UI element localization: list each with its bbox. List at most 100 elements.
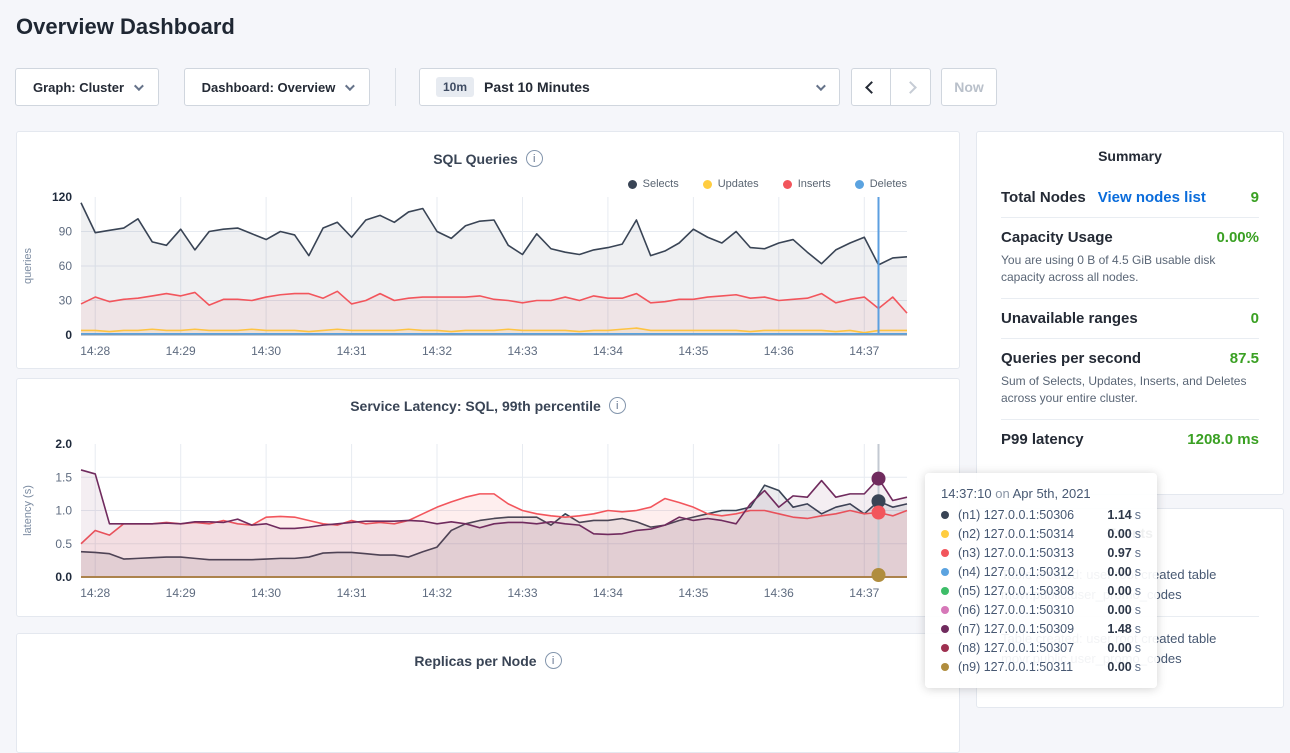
- chart-hover-tooltip: 14:37:10 on Apr 5th, 2021 (n1) 127.0.0.1…: [925, 473, 1157, 688]
- total-nodes-label: Total Nodes: [1001, 189, 1086, 206]
- tooltip-timestamp: 14:37:10 on Apr 5th, 2021: [941, 486, 1141, 501]
- sql-queries-panel: SQL Queries i SelectsUpdatesInsertsDelet…: [16, 131, 960, 369]
- latency-unit: s: [1135, 527, 1141, 541]
- tooltip-preposition: on: [995, 486, 1009, 501]
- time-prev-button[interactable]: [851, 68, 891, 106]
- hover-dot: [872, 568, 886, 582]
- time-range-label: Past 10 Minutes: [484, 79, 590, 95]
- sql-queries-chart[interactable]: 030609012014:2814:2914:3014:3114:3214:33…: [17, 187, 947, 365]
- series-color-dot: [941, 587, 949, 595]
- chevron-down-icon: [134, 81, 144, 91]
- p99-latency-value: 1208.0 ms: [1187, 431, 1259, 448]
- time-range-selector[interactable]: 10m Past 10 Minutes: [419, 68, 840, 106]
- service-latency-chart[interactable]: 0.00.51.01.52.014:2814:2914:3014:3114:32…: [17, 434, 947, 607]
- dashboard-dropdown-label: Dashboard: Overview: [202, 80, 336, 95]
- latency-unit: s: [1135, 508, 1141, 522]
- queries-per-second-label: Queries per second: [1001, 350, 1141, 367]
- series-color-dot: [941, 663, 949, 671]
- svg-text:latency (s): latency (s): [22, 485, 34, 536]
- latency-unit: s: [1135, 603, 1141, 617]
- unavailable-ranges-label: Unavailable ranges: [1001, 310, 1138, 327]
- svg-text:14:35: 14:35: [678, 344, 708, 358]
- svg-text:2.0: 2.0: [55, 437, 72, 451]
- svg-text:14:32: 14:32: [422, 586, 452, 600]
- info-icon[interactable]: i: [545, 652, 562, 669]
- view-nodes-list-link[interactable]: View nodes list: [1098, 189, 1206, 206]
- svg-text:14:33: 14:33: [507, 586, 537, 600]
- latency-unit: s: [1135, 641, 1141, 655]
- info-icon[interactable]: i: [526, 150, 543, 167]
- svg-text:120: 120: [52, 190, 72, 204]
- latency-value: 0.97: [1107, 546, 1131, 560]
- dashboard-dropdown[interactable]: Dashboard: Overview: [184, 68, 370, 106]
- capacity-usage-label: Capacity Usage: [1001, 229, 1113, 246]
- tooltip-row: (n6) 127.0.0.1:503100.00s: [941, 603, 1141, 617]
- info-icon[interactable]: i: [609, 397, 626, 414]
- chevron-down-icon: [816, 81, 826, 91]
- tooltip-time: 14:37:10: [941, 486, 992, 501]
- summary-body: Total Nodes View nodes list 9 Capacity U…: [977, 178, 1283, 459]
- hover-dot: [872, 505, 886, 519]
- svg-text:14:29: 14:29: [166, 586, 196, 600]
- summary-row-unavailable-ranges: Unavailable ranges 0: [1001, 299, 1259, 339]
- graph-dropdown-label: Graph: Cluster: [33, 80, 124, 95]
- node-address: (n7) 127.0.0.1:50309: [958, 622, 1074, 636]
- node-address: (n1) 127.0.0.1:50306: [958, 508, 1074, 522]
- latency-value: 0.00: [1107, 527, 1131, 541]
- tooltip-row: (n7) 127.0.0.1:50309 1.48 s: [941, 622, 1141, 636]
- replicas-per-node-panel: Replicas per Node i: [16, 633, 960, 753]
- svg-text:1.0: 1.0: [55, 504, 72, 518]
- svg-text:14:32: 14:32: [422, 344, 452, 358]
- service-latency-panel: Service Latency: SQL, 99th percentile i …: [16, 378, 960, 617]
- time-next-button[interactable]: [891, 68, 931, 106]
- latency-unit: s: [1135, 584, 1141, 598]
- svg-text:14:28: 14:28: [80, 344, 110, 358]
- capacity-usage-value: 0.00%: [1216, 229, 1259, 246]
- now-button-label: Now: [954, 79, 984, 95]
- svg-text:14:36: 14:36: [764, 344, 794, 358]
- series-color-dot: [941, 530, 949, 538]
- svg-text:1.5: 1.5: [55, 470, 72, 484]
- series-color-dot: [941, 625, 949, 633]
- series-color-dot: [941, 568, 949, 576]
- svg-text:30: 30: [59, 294, 73, 308]
- series-color-dot: [941, 606, 949, 614]
- svg-text:queries: queries: [22, 247, 34, 284]
- series-color-dot: [941, 549, 949, 557]
- summary-row-total-nodes: Total Nodes View nodes list 9: [1001, 178, 1259, 218]
- service-latency-title: Service Latency: SQL, 99th percentile: [350, 398, 601, 414]
- queries-per-second-value: 87.5: [1230, 350, 1259, 367]
- latency-unit: s: [1135, 565, 1141, 579]
- now-button[interactable]: Now: [941, 68, 997, 106]
- series-color-dot: [941, 644, 949, 652]
- tooltip-row: (n8) 127.0.0.1:503070.00s: [941, 641, 1141, 655]
- latency-unit: s: [1135, 660, 1141, 674]
- svg-text:0.5: 0.5: [55, 537, 72, 551]
- node-address: (n4) 127.0.0.1:50312: [958, 565, 1074, 579]
- tooltip-row: (n2) 127.0.0.1:503140.00s: [941, 527, 1141, 541]
- sql-queries-title: SQL Queries: [433, 151, 518, 167]
- hover-dot: [872, 472, 886, 486]
- svg-text:14:35: 14:35: [678, 586, 708, 600]
- latency-value: 0.00: [1107, 565, 1131, 579]
- p99-latency-label: P99 latency: [1001, 431, 1084, 448]
- latency-value: 0.00: [1107, 660, 1131, 674]
- svg-text:90: 90: [59, 225, 73, 239]
- time-range-badge: 10m: [436, 77, 474, 97]
- latency-value: 0.00: [1107, 584, 1131, 598]
- node-address: (n6) 127.0.0.1:50310: [958, 603, 1074, 617]
- latency-unit: s: [1135, 622, 1141, 636]
- svg-text:14:29: 14:29: [166, 344, 196, 358]
- node-address: (n9) 127.0.0.1:50311: [958, 660, 1073, 674]
- latency-value: 1.48: [1107, 622, 1131, 636]
- graph-dropdown[interactable]: Graph: Cluster: [15, 68, 159, 106]
- unavailable-ranges-value: 0: [1251, 310, 1259, 327]
- tooltip-row: (n1) 127.0.0.1:50306 1.14 s: [941, 508, 1141, 522]
- svg-text:60: 60: [59, 259, 73, 273]
- chevron-left-icon: [865, 81, 878, 94]
- latency-unit: s: [1135, 546, 1141, 560]
- summary-title: Summary: [977, 132, 1283, 164]
- node-address: (n3) 127.0.0.1:50313: [958, 546, 1074, 560]
- latency-value: 1.14: [1107, 508, 1131, 522]
- svg-text:14:33: 14:33: [507, 344, 537, 358]
